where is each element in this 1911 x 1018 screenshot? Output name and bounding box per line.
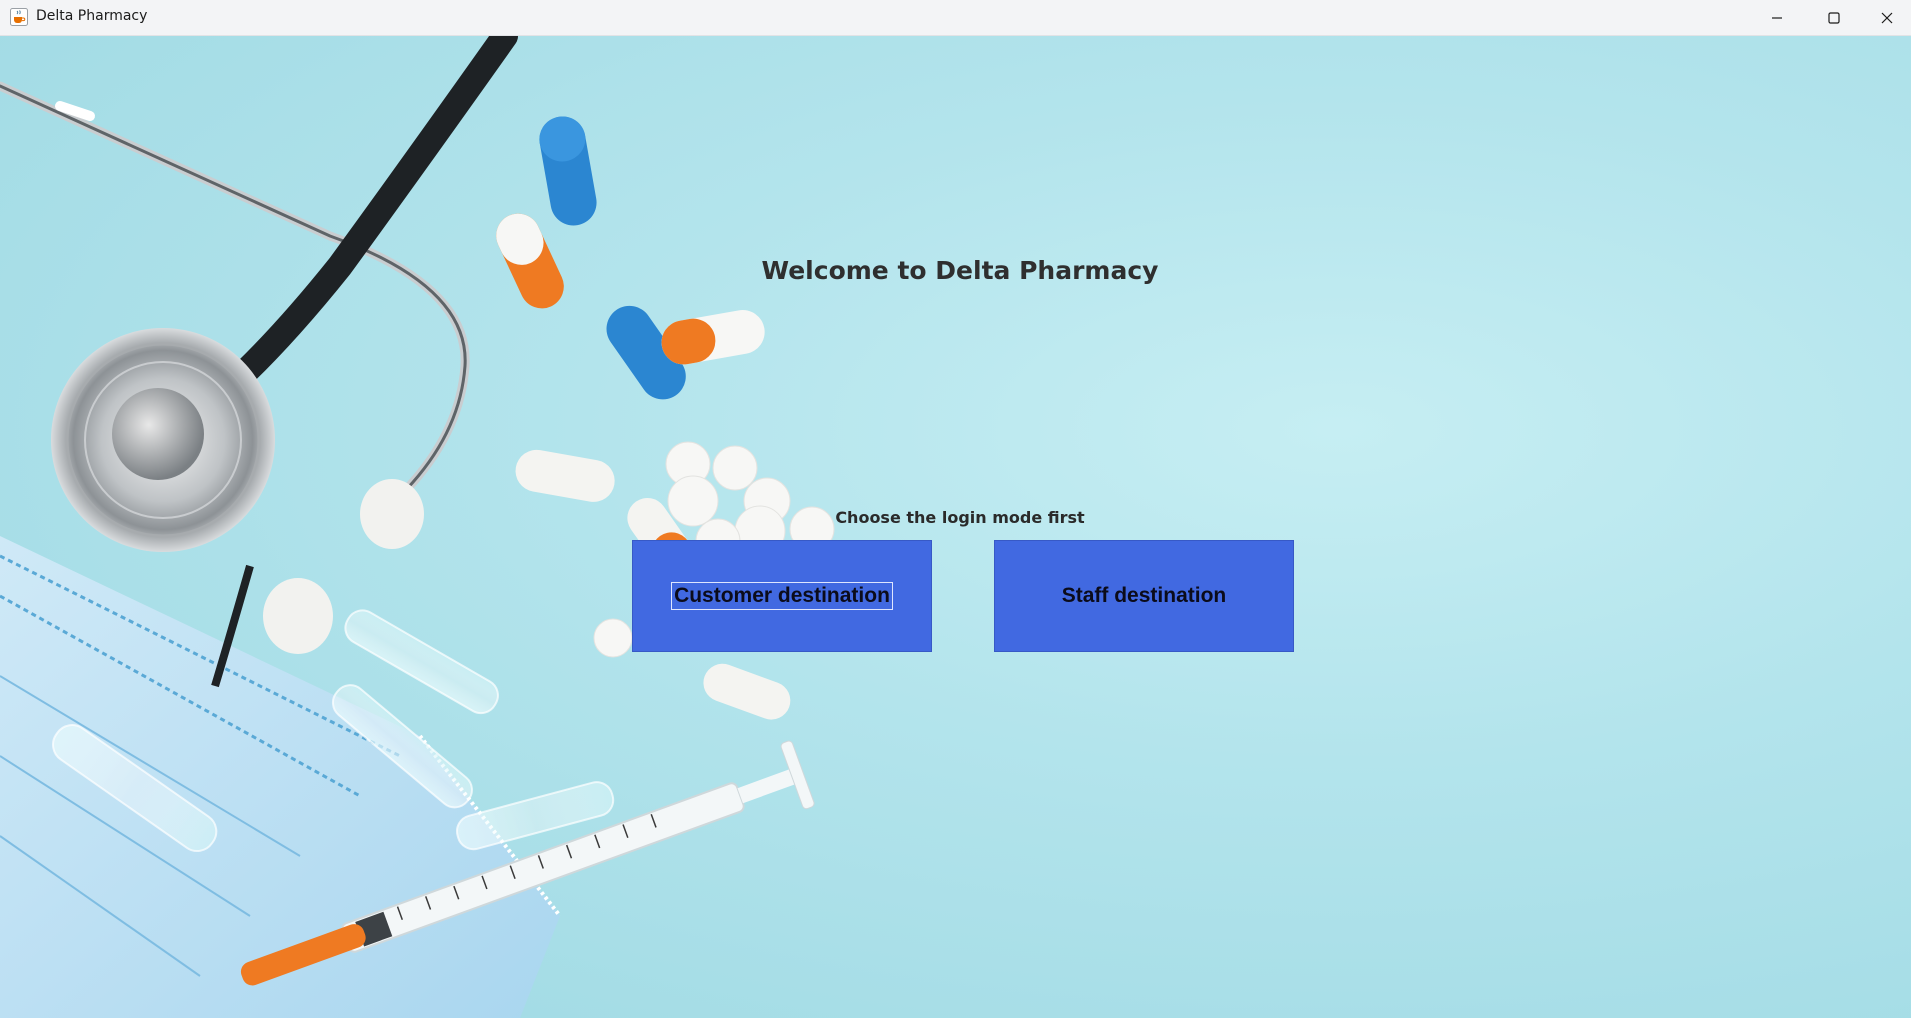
title-bar[interactable]: Delta Pharmacy — [0, 0, 1911, 36]
app-window: Delta Pharmacy Welcome to Delta Pharmacy… — [0, 0, 1911, 1018]
close-icon — [1881, 12, 1892, 23]
minimize-icon — [1772, 16, 1782, 19]
pharmacy-background-image — [0, 36, 835, 1018]
minimize-button[interactable] — [1749, 0, 1805, 35]
customer-destination-button[interactable]: Customer destination — [632, 540, 932, 652]
maximize-button[interactable] — [1806, 0, 1862, 35]
main-panel: Welcome to Delta Pharmacy Choose the log… — [0, 36, 1911, 1018]
staff-destination-label: Staff destination — [1061, 584, 1227, 607]
maximize-icon — [1828, 11, 1840, 24]
welcome-heading: Welcome to Delta Pharmacy — [761, 256, 1159, 285]
login-mode-prompt: Choose the login mode first — [835, 508, 1085, 527]
close-button[interactable] — [1862, 0, 1911, 35]
staff-destination-button[interactable]: Staff destination — [994, 540, 1294, 652]
java-cup-icon — [10, 8, 28, 26]
window-title: Delta Pharmacy — [36, 8, 148, 24]
customer-destination-label: Customer destination — [671, 582, 893, 610]
